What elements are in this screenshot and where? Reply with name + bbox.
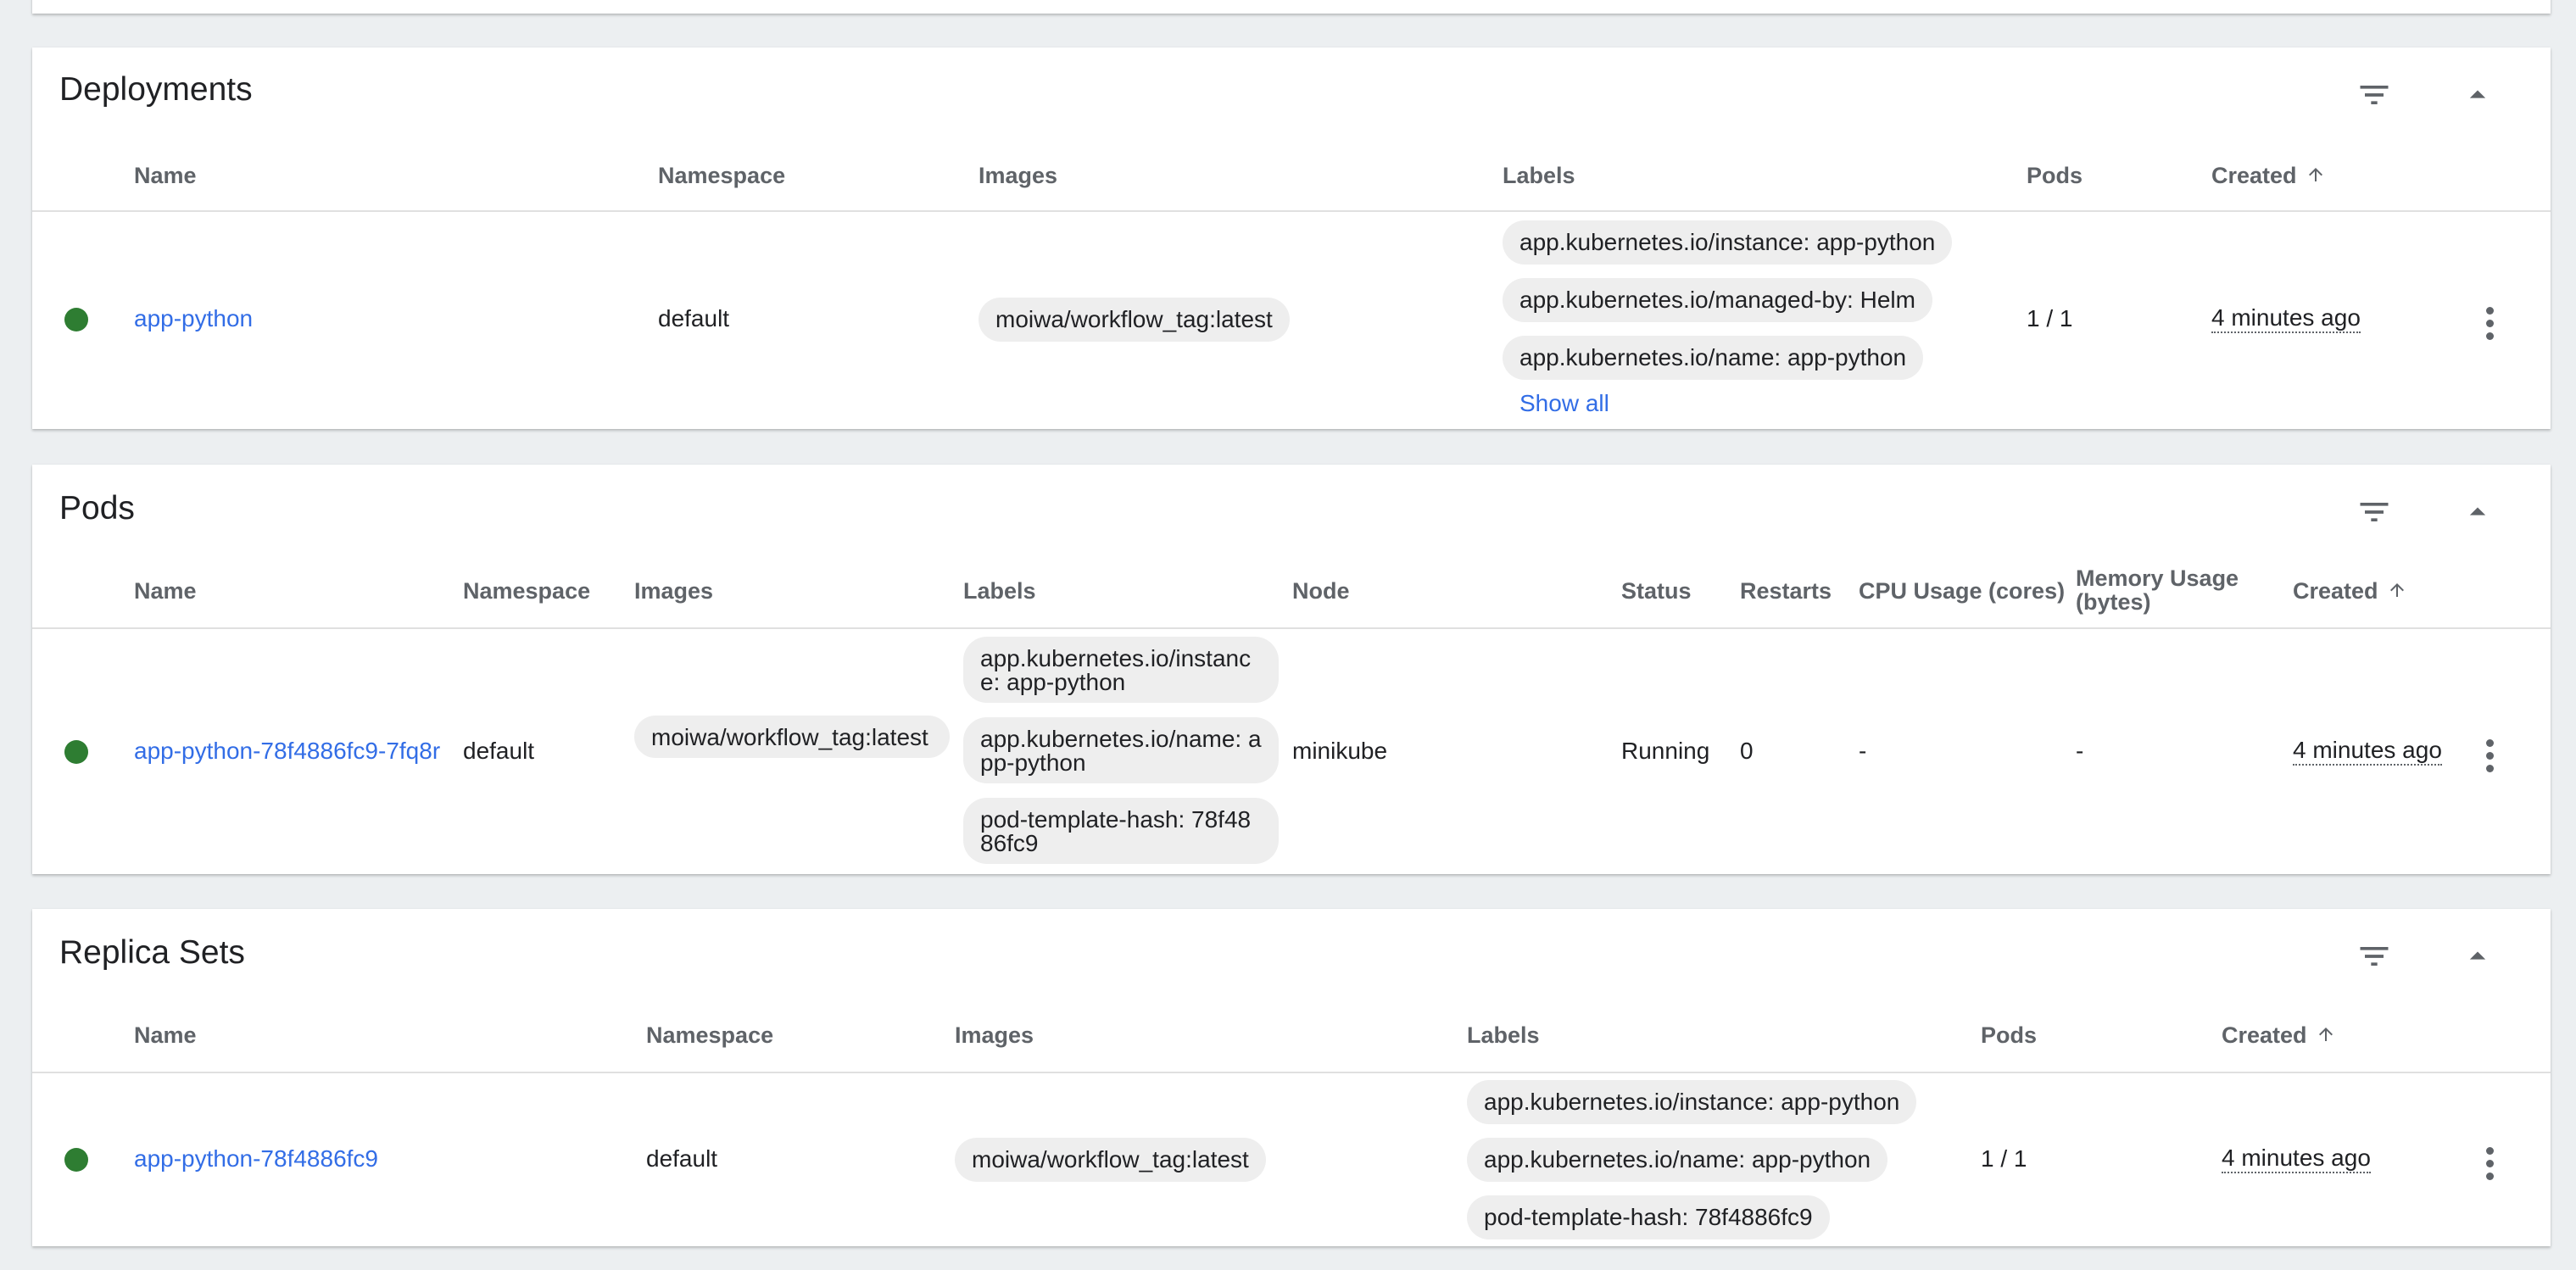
replica-set-name-link[interactable]: app-python-78f4886fc9 — [134, 1145, 378, 1173]
arrow-up-icon[interactable] — [2306, 164, 2326, 191]
column-header-created[interactable]: Created — [2211, 163, 2326, 191]
column-header-created-label: Created — [2293, 578, 2378, 604]
label-chip: pod-template-hash: 78f4886fc9 — [963, 798, 1279, 864]
namespace-cell: default — [658, 305, 730, 331]
chevron-up-icon[interactable] — [2459, 493, 2496, 531]
column-header-node[interactable]: Node — [1292, 578, 1350, 604]
card-title: Pods — [59, 490, 135, 526]
column-header-namespace[interactable]: Namespace — [463, 578, 590, 604]
column-header-pods: Pods — [2027, 163, 2083, 188]
arrow-up-icon[interactable] — [2387, 579, 2407, 606]
header-divider — [32, 627, 2551, 629]
replica-sets-card: Replica Sets Name Namespace Images Label… — [32, 909, 2551, 1246]
label-chip: app.kubernetes.io/instance: app-python — [1503, 220, 1953, 265]
column-header-created[interactable]: Created — [2222, 1022, 2336, 1050]
column-header-restarts: Restarts — [1740, 578, 1832, 604]
cpu-usage-cell: - — [1859, 738, 1867, 764]
column-header-images: Images — [955, 1022, 1034, 1048]
card-title: Deployments — [59, 71, 253, 108]
status-cell: Running — [1621, 738, 1710, 764]
image-chip: moiwa/workflow_tag:latest — [634, 716, 950, 758]
label-chip: app.kubernetes.io/name: app-python — [1503, 336, 1924, 380]
column-header-images: Images — [979, 163, 1058, 188]
created-time: 4 minutes ago — [2222, 1145, 2371, 1173]
memory-usage-cell: - — [2076, 738, 2084, 764]
column-header-labels: Labels — [963, 578, 1036, 604]
column-header-cpu: CPU Usage (cores) — [1859, 578, 2066, 604]
namespace-cell: default — [646, 1145, 718, 1172]
pods-count-cell: 1 / 1 — [1981, 1145, 2027, 1172]
column-header-status[interactable]: Status — [1621, 578, 1692, 604]
pod-name-link[interactable]: app-python-78f4886fc9-7fq8r — [134, 738, 440, 765]
label-chip: pod-template-hash: 78f4886fc9 — [1467, 1195, 1830, 1239]
column-header-pods: Pods — [1981, 1022, 2038, 1048]
chevron-up-icon[interactable] — [2459, 938, 2496, 975]
column-header-memory: Memory Usage (bytes) — [2076, 565, 2239, 615]
column-header-labels: Labels — [1503, 163, 1575, 188]
column-header-created-label: Created — [2222, 1022, 2307, 1048]
more-vert-icon[interactable] — [2473, 732, 2506, 778]
chevron-up-icon[interactable] — [2459, 76, 2496, 114]
status-icon-success — [64, 1148, 88, 1172]
arrow-up-icon[interactable] — [2316, 1023, 2336, 1050]
node-cell: minikube — [1292, 738, 1388, 764]
card-title: Replica Sets — [59, 934, 245, 971]
column-header-created-label: Created — [2211, 163, 2297, 188]
column-header-namespace[interactable]: Namespace — [646, 1022, 773, 1048]
column-header-name[interactable]: Name — [134, 578, 197, 604]
label-chip: app.kubernetes.io/name: app-python — [963, 717, 1279, 783]
filter-icon[interactable] — [2356, 493, 2393, 531]
more-vert-icon[interactable] — [2473, 1140, 2506, 1186]
label-chip: app.kubernetes.io/instance: app-python — [1467, 1080, 1917, 1124]
column-header-images: Images — [634, 578, 714, 604]
column-header-name[interactable]: Name — [134, 163, 197, 188]
restarts-cell: 0 — [1740, 738, 1754, 764]
namespace-cell: default — [463, 738, 535, 764]
pods-card: Pods Name Namespace Images Labels Node S… — [32, 465, 2551, 874]
more-vert-icon[interactable] — [2473, 300, 2506, 346]
label-chip: app.kubernetes.io/managed-by: Helm — [1503, 278, 1932, 322]
image-chip: moiwa/workflow_tag:latest — [955, 1138, 1266, 1182]
image-chip: moiwa/workflow_tag:latest — [979, 298, 1290, 342]
deployment-name-link[interactable]: app-python — [134, 305, 253, 332]
column-header-namespace[interactable]: Namespace — [658, 163, 785, 188]
created-time: 4 minutes ago — [2211, 305, 2361, 333]
filter-icon[interactable] — [2356, 76, 2393, 114]
header-divider — [32, 1072, 2551, 1073]
show-all-labels-link[interactable]: Show all — [1519, 390, 1609, 417]
deployments-card: Deployments Name Namespace Images Labels… — [32, 47, 2551, 429]
label-chip: app.kubernetes.io/name: app-python — [1467, 1138, 1888, 1182]
filter-icon[interactable] — [2356, 938, 2393, 975]
status-icon-success — [64, 308, 88, 331]
status-icon-success — [64, 740, 88, 764]
label-chip: app.kubernetes.io/instance: app-python — [963, 637, 1279, 703]
header-divider — [32, 210, 2551, 212]
column-header-labels: Labels — [1467, 1022, 1540, 1048]
created-time: 4 minutes ago — [2293, 738, 2442, 766]
pods-count-cell: 1 / 1 — [2027, 305, 2073, 331]
column-header-name[interactable]: Name — [134, 1022, 197, 1048]
column-header-created[interactable]: Created — [2293, 578, 2407, 606]
previous-card-bottom — [32, 0, 2551, 14]
